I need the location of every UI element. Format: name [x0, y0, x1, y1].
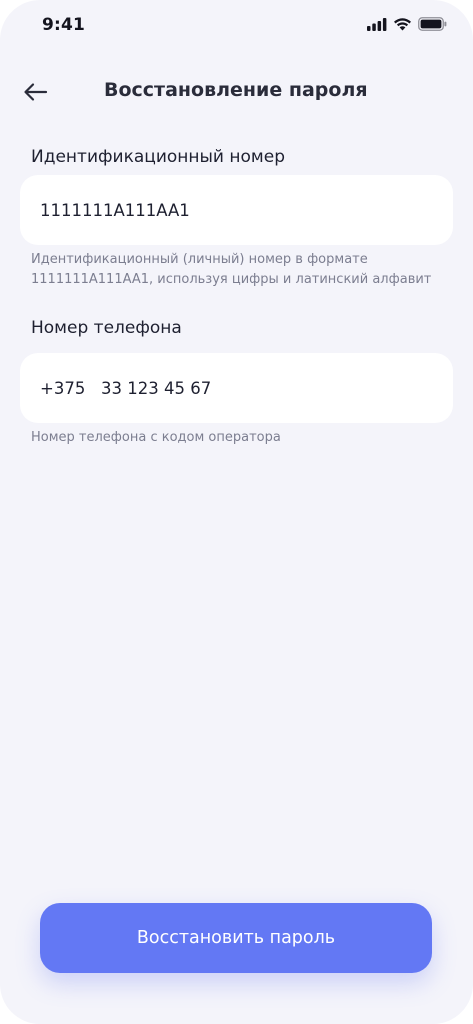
status-icons [367, 17, 447, 31]
restore-password-button[interactable]: Восстановить пароль [40, 903, 432, 973]
back-button[interactable] [20, 76, 52, 108]
arrow-left-icon [20, 76, 52, 108]
id-number-field[interactable] [20, 175, 453, 245]
phone-field[interactable] [20, 353, 453, 423]
status-time: 9:41 [42, 15, 86, 35]
phone-input[interactable] [40, 353, 433, 423]
id-number-label: Идентификационный номер [31, 147, 285, 167]
status-bar: 9:41 [0, 0, 473, 52]
phone-label: Номер телефона [31, 318, 182, 338]
signal-icon [367, 17, 387, 31]
nav-bar: Восстановление пароля [0, 70, 473, 114]
phone-screen: 9:41 Восстановление пароля Идентификацио… [0, 0, 473, 1024]
wifi-icon [393, 17, 412, 31]
id-number-hint: Идентификационный (личный) номер в форма… [31, 252, 432, 287]
battery-icon [418, 17, 447, 31]
id-number-input[interactable] [40, 175, 433, 245]
phone-hint: Номер телефона с кодом оператора [31, 430, 281, 445]
page-title: Восстановление пароля [104, 79, 368, 101]
